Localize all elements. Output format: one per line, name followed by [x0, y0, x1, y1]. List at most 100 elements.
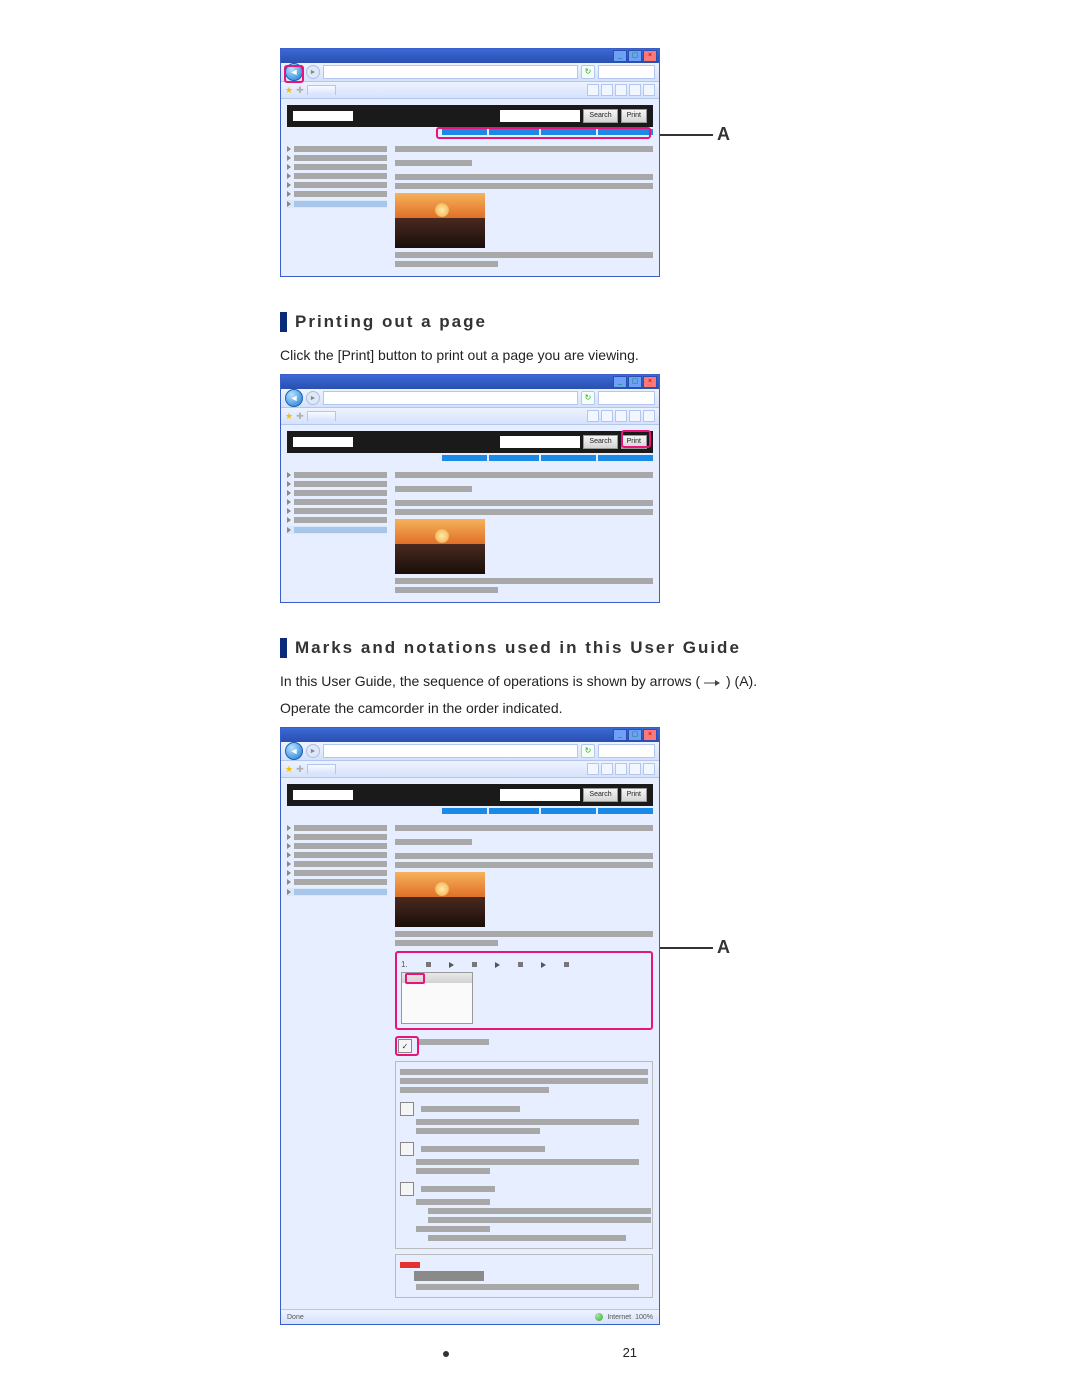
sidebar-item[interactable]	[294, 155, 387, 161]
minimize-button[interactable]: _	[613, 729, 627, 741]
address-bar[interactable]	[323, 391, 578, 405]
add-favorite-icon[interactable]: ✚	[296, 411, 304, 422]
expand-icon[interactable]	[287, 472, 291, 478]
breadcrumb-link[interactable]	[489, 455, 539, 461]
expand-icon[interactable]	[287, 201, 291, 207]
expand-icon[interactable]	[287, 834, 291, 840]
expand-icon[interactable]	[287, 517, 291, 523]
expand-icon[interactable]	[287, 173, 291, 179]
sidebar-item[interactable]	[294, 173, 387, 179]
breadcrumb-link[interactable]	[489, 808, 539, 814]
sidebar-item[interactable]	[294, 481, 387, 487]
expand-icon[interactable]	[287, 481, 291, 487]
expand-icon[interactable]	[287, 490, 291, 496]
home-icon[interactable]	[587, 763, 599, 775]
feeds-icon[interactable]	[601, 410, 613, 422]
site-search-input[interactable]	[500, 436, 580, 448]
favorites-icon[interactable]: ★	[285, 764, 293, 775]
maximize-button[interactable]: ▢	[628, 376, 642, 388]
sidebar-item[interactable]	[294, 879, 387, 885]
sidebar-item[interactable]	[294, 843, 387, 849]
site-search-button[interactable]: Search	[583, 435, 617, 449]
sidebar-item-selected[interactable]	[294, 889, 387, 895]
address-bar[interactable]	[323, 744, 578, 758]
breadcrumb-link[interactable]	[442, 808, 487, 814]
back-button[interactable]: ◄	[285, 389, 303, 407]
sidebar-item[interactable]	[294, 490, 387, 496]
add-favorite-icon[interactable]: ✚	[296, 85, 304, 96]
print-icon[interactable]	[615, 84, 627, 96]
home-icon[interactable]	[587, 84, 599, 96]
sidebar-item[interactable]	[294, 861, 387, 867]
expand-icon[interactable]	[287, 889, 291, 895]
sidebar-item[interactable]	[294, 182, 387, 188]
breadcrumb-link[interactable]	[598, 455, 653, 461]
sidebar-item[interactable]	[294, 191, 387, 197]
close-button[interactable]: ×	[643, 729, 657, 741]
back-button[interactable]: ◄	[285, 742, 303, 760]
refresh-button[interactable]: ↻	[581, 65, 595, 79]
close-button[interactable]: ×	[643, 50, 657, 62]
expand-icon[interactable]	[287, 870, 291, 876]
minimize-button[interactable]: _	[613, 50, 627, 62]
breadcrumb-link[interactable]	[442, 129, 487, 135]
close-button[interactable]: ×	[643, 376, 657, 388]
browser-tab[interactable]	[307, 764, 337, 774]
sidebar-item[interactable]	[294, 852, 387, 858]
tools-icon[interactable]	[643, 84, 655, 96]
browser-search-field[interactable]	[598, 744, 655, 758]
favorites-icon[interactable]: ★	[285, 411, 293, 422]
sidebar-item-selected[interactable]	[294, 527, 387, 533]
forward-button[interactable]: ►	[306, 744, 320, 758]
sidebar-item-selected[interactable]	[294, 201, 387, 207]
browser-search-field[interactable]	[598, 391, 655, 405]
sidebar-item[interactable]	[294, 508, 387, 514]
minimize-button[interactable]: _	[613, 376, 627, 388]
browser-search-field[interactable]	[598, 65, 655, 79]
forward-button[interactable]: ►	[306, 65, 320, 79]
expand-icon[interactable]	[287, 499, 291, 505]
expand-icon[interactable]	[287, 527, 291, 533]
site-print-button[interactable]: Print	[621, 435, 647, 449]
print-icon[interactable]	[615, 763, 627, 775]
sidebar-item[interactable]	[294, 164, 387, 170]
expand-icon[interactable]	[287, 155, 291, 161]
sidebar-item[interactable]	[294, 834, 387, 840]
feeds-icon[interactable]	[601, 763, 613, 775]
expand-icon[interactable]	[287, 146, 291, 152]
refresh-button[interactable]: ↻	[581, 391, 595, 405]
site-print-button[interactable]: Print	[621, 788, 647, 802]
expand-icon[interactable]	[287, 508, 291, 514]
expand-icon[interactable]	[287, 164, 291, 170]
sidebar-item[interactable]	[294, 517, 387, 523]
back-button[interactable]: ◄	[285, 63, 303, 81]
expand-icon[interactable]	[287, 861, 291, 867]
expand-icon[interactable]	[287, 825, 291, 831]
address-bar[interactable]	[323, 65, 578, 79]
browser-tab[interactable]	[307, 411, 337, 421]
breadcrumb-link[interactable]	[541, 455, 596, 461]
tools-icon[interactable]	[643, 410, 655, 422]
forward-button[interactable]: ►	[306, 391, 320, 405]
sidebar-item[interactable]	[294, 472, 387, 478]
maximize-button[interactable]: ▢	[628, 729, 642, 741]
print-icon[interactable]	[615, 410, 627, 422]
favorites-icon[interactable]: ★	[285, 85, 293, 96]
breadcrumb-link[interactable]	[598, 808, 653, 814]
site-print-button[interactable]: Print	[621, 109, 647, 123]
browser-tab[interactable]	[307, 85, 337, 95]
add-favorite-icon[interactable]: ✚	[296, 764, 304, 775]
site-search-input[interactable]	[500, 789, 580, 801]
breadcrumb-link[interactable]	[489, 129, 539, 135]
breadcrumb-link[interactable]	[598, 129, 653, 135]
breadcrumb-link[interactable]	[442, 455, 487, 461]
site-search-input[interactable]	[500, 110, 580, 122]
expand-icon[interactable]	[287, 852, 291, 858]
sidebar-item[interactable]	[294, 825, 387, 831]
feeds-icon[interactable]	[601, 84, 613, 96]
home-icon[interactable]	[587, 410, 599, 422]
site-search-button[interactable]: Search	[583, 109, 617, 123]
breadcrumb-link[interactable]	[541, 808, 596, 814]
expand-icon[interactable]	[287, 182, 291, 188]
site-search-button[interactable]: Search	[583, 788, 617, 802]
